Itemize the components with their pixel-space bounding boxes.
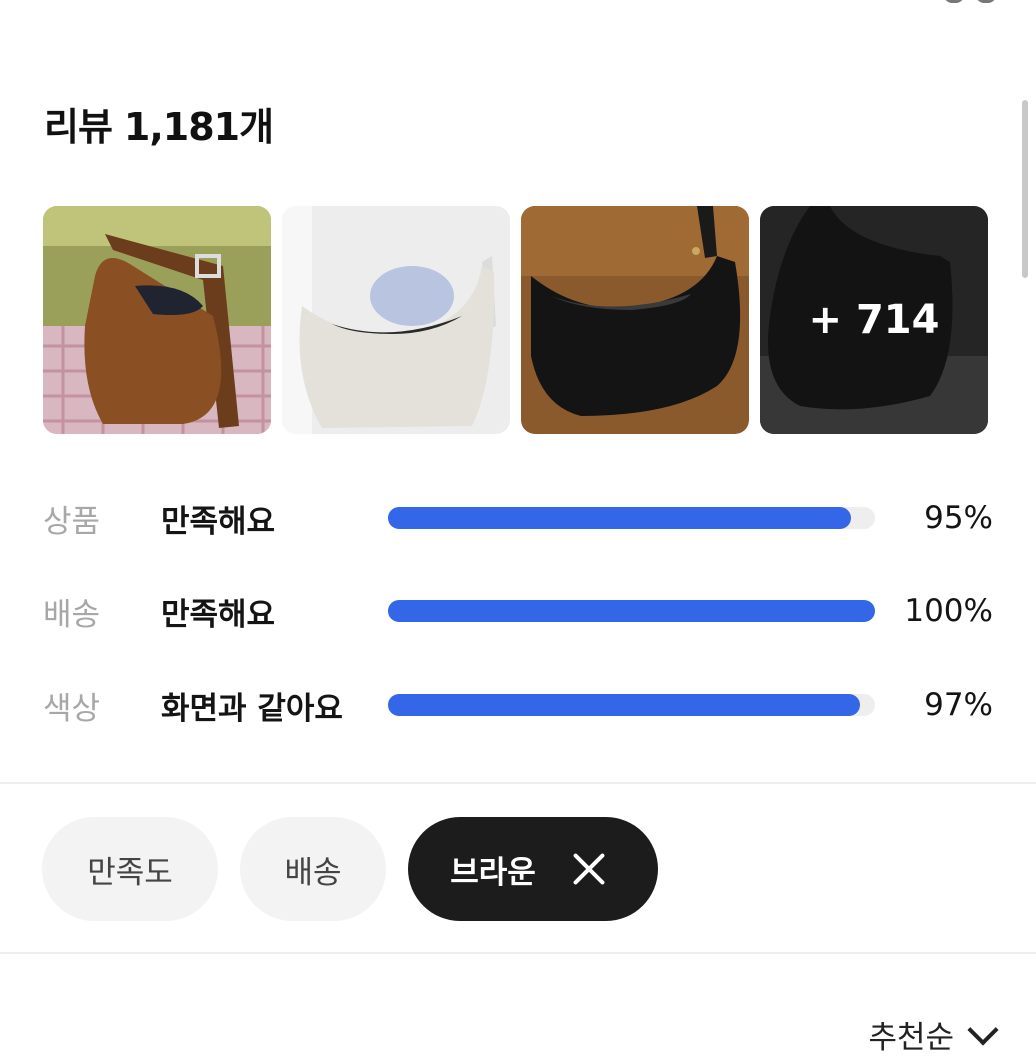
review-title: 리뷰 1,181개 — [44, 96, 274, 151]
rating-answer: 만족해요 — [161, 596, 276, 633]
photo-review-strip: + 714 — [43, 206, 988, 434]
section-divider — [0, 952, 1036, 954]
share-icon[interactable] — [976, 0, 996, 3]
sort-dropdown[interactable]: 추천순 — [868, 1012, 999, 1057]
rating-bar — [388, 694, 875, 716]
rating-answer: 화면과 같아요 — [161, 690, 343, 727]
review-count: 1,181개 — [123, 105, 274, 149]
rating-bar — [388, 600, 875, 622]
rating-category: 상품 — [43, 503, 101, 540]
rating-row-color: 색상 화면과 같아요 97% — [43, 685, 993, 727]
filter-chip-brown[interactable]: 브라운 — [408, 817, 658, 921]
section-divider — [0, 782, 1036, 784]
filter-chip-delivery[interactable]: 배송 — [240, 817, 386, 921]
review-title-label: 리뷰 — [44, 105, 113, 149]
top-bar-partial — [0, 0, 1036, 8]
photo-review-3[interactable] — [521, 206, 749, 434]
photo-review-2[interactable] — [282, 206, 510, 434]
photo-review-4[interactable]: + 714 — [760, 206, 988, 434]
rating-answer: 만족해요 — [161, 503, 276, 540]
rating-row-delivery: 배송 만족해요 100% — [43, 591, 993, 633]
header-icons — [944, 0, 996, 3]
filter-chip-label: 배송 — [284, 854, 342, 891]
close-icon[interactable] — [570, 850, 608, 888]
rating-percent: 97% — [924, 687, 993, 723]
scrollbar[interactable] — [1022, 100, 1028, 278]
rating-bar-fill — [388, 600, 875, 622]
chevron-down-icon — [967, 1013, 999, 1046]
brown-bag-photo-icon — [43, 206, 271, 434]
filter-chip-label: 만족도 — [87, 854, 173, 891]
filter-chips: 만족도 배송 브라운 — [42, 817, 658, 921]
rating-percent: 95% — [924, 500, 993, 536]
rating-row-product: 상품 만족해요 95% — [43, 498, 993, 540]
black-bag-photo-icon — [521, 206, 749, 434]
rating-category: 색상 — [43, 690, 101, 727]
more-photos-overlay[interactable]: + 714 — [760, 206, 988, 434]
rating-bar-fill — [388, 694, 861, 716]
rating-category: 배송 — [43, 596, 101, 633]
sort-label: 추천순 — [868, 1020, 954, 1056]
rating-bar-fill — [388, 507, 851, 529]
cart-icon[interactable] — [944, 0, 964, 3]
white-bag-photo-icon — [282, 206, 510, 434]
filter-chip-satisfaction[interactable]: 만족도 — [42, 817, 218, 921]
photo-review-1[interactable] — [43, 206, 271, 434]
rating-bar — [388, 507, 875, 529]
filter-chip-label: 브라운 — [450, 854, 536, 891]
rating-percent: 100% — [904, 593, 993, 629]
